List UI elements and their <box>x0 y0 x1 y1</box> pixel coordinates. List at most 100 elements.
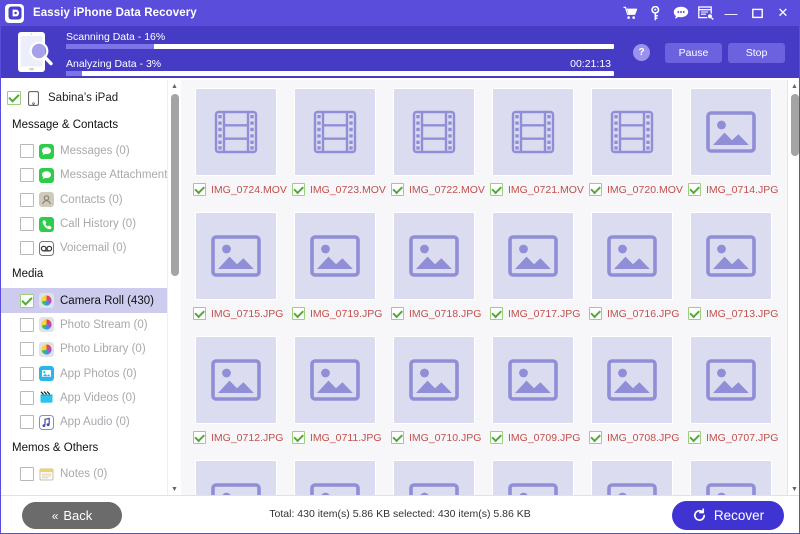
sidebar-item-checkbox[interactable] <box>20 342 34 356</box>
sidebar-scroll-down-icon[interactable]: ▼ <box>168 483 181 495</box>
file-checkbox[interactable] <box>688 307 701 320</box>
sidebar-device-row[interactable]: Sabina’s iPad <box>0 85 180 111</box>
image-thumbnail-icon[interactable] <box>591 460 673 495</box>
sidebar-item-checkbox[interactable] <box>20 144 34 158</box>
sidebar-item-photo-stream[interactable]: Photo Stream (0) <box>0 313 180 337</box>
image-thumbnail-icon[interactable] <box>690 212 772 300</box>
minimize-button[interactable]: — <box>718 1 744 25</box>
file-cell[interactable]: IMG_0712.JPG <box>187 334 284 458</box>
file-checkbox[interactable] <box>391 307 404 320</box>
image-thumbnail-icon[interactable] <box>195 460 277 495</box>
file-cell[interactable] <box>682 458 779 495</box>
file-cell[interactable]: IMG_0724.MOV <box>187 86 284 210</box>
file-cell[interactable] <box>385 458 482 495</box>
image-thumbnail-icon[interactable] <box>591 212 673 300</box>
grid-scroll-up-icon[interactable]: ▲ <box>788 80 800 92</box>
video-thumbnail-icon[interactable] <box>393 88 475 176</box>
sidebar-item-checkbox[interactable] <box>20 415 34 429</box>
image-thumbnail-icon[interactable] <box>195 212 277 300</box>
file-cell[interactable] <box>583 458 680 495</box>
pause-button[interactable]: Pause <box>665 43 722 63</box>
grid-scroll-thumb[interactable] <box>791 94 799 156</box>
video-thumbnail-icon[interactable] <box>195 88 277 176</box>
sidebar-item-checkbox[interactable] <box>20 467 34 481</box>
sidebar-scrollbar[interactable]: ▲ ▼ <box>167 80 181 495</box>
file-cell[interactable] <box>286 458 383 495</box>
chat-icon[interactable] <box>668 1 693 25</box>
file-grid-area[interactable]: IMG_0724.MOVIMG_0723.MOVIMG_0722.MOVIMG_… <box>181 80 787 495</box>
image-thumbnail-icon[interactable] <box>690 336 772 424</box>
image-thumbnail-icon[interactable] <box>294 212 376 300</box>
file-checkbox[interactable] <box>688 431 701 444</box>
file-cell[interactable]: IMG_0722.MOV <box>385 86 482 210</box>
image-thumbnail-icon[interactable] <box>195 336 277 424</box>
video-thumbnail-icon[interactable] <box>492 88 574 176</box>
maximize-button[interactable] <box>744 1 770 25</box>
sidebar-item-app-audio[interactable]: App Audio (0) <box>0 410 180 434</box>
sidebar-item-checkbox[interactable] <box>20 294 34 308</box>
image-thumbnail-icon[interactable] <box>393 336 475 424</box>
file-cell[interactable]: IMG_0723.MOV <box>286 86 383 210</box>
file-cell[interactable]: IMG_0716.JPG <box>583 210 680 334</box>
sidebar-item-checkbox[interactable] <box>20 318 34 332</box>
image-thumbnail-icon[interactable] <box>591 336 673 424</box>
file-cell[interactable] <box>484 458 581 495</box>
sidebar-item-checkbox[interactable] <box>20 241 34 255</box>
sidebar-item-voicemail[interactable]: Voicemail (0) <box>0 236 180 260</box>
grid-scrollbar[interactable]: ▲ ▼ <box>787 80 800 495</box>
file-cell[interactable]: IMG_0714.JPG <box>682 86 779 210</box>
key-icon[interactable] <box>643 1 668 25</box>
file-checkbox[interactable] <box>490 307 503 320</box>
file-checkbox[interactable] <box>391 183 404 196</box>
grid-scroll-down-icon[interactable]: ▼ <box>788 483 800 495</box>
sidebar-item-app-photos[interactable]: App Photos (0) <box>0 361 180 385</box>
file-cell[interactable]: IMG_0709.JPG <box>484 334 581 458</box>
video-thumbnail-icon[interactable] <box>591 88 673 176</box>
sidebar-scroll-thumb[interactable] <box>171 94 179 276</box>
stop-button[interactable]: Stop <box>728 43 785 63</box>
sidebar-item-checkbox[interactable] <box>20 193 34 207</box>
file-cell[interactable]: IMG_0718.JPG <box>385 210 482 334</box>
sidebar-item-contacts[interactable]: Contacts (0) <box>0 188 180 212</box>
file-checkbox[interactable] <box>688 183 701 196</box>
file-checkbox[interactable] <box>193 183 206 196</box>
sidebar-item-notes[interactable]: Notes (0) <box>0 462 180 486</box>
image-thumbnail-icon[interactable] <box>393 460 475 495</box>
category-sidebar[interactable]: Sabina’s iPadMessage & ContactsMessages … <box>0 80 181 495</box>
image-thumbnail-icon[interactable] <box>393 212 475 300</box>
sidebar-item-checkbox[interactable] <box>20 168 34 182</box>
sidebar-item-photo-library[interactable]: Photo Library (0) <box>0 337 180 361</box>
file-checkbox[interactable] <box>292 307 305 320</box>
file-cell[interactable]: IMG_0713.JPG <box>682 210 779 334</box>
file-checkbox[interactable] <box>193 307 206 320</box>
image-thumbnail-icon[interactable] <box>690 88 772 176</box>
file-cell[interactable]: IMG_0717.JPG <box>484 210 581 334</box>
sidebar-item-message-attachments[interactable]: Message Attachments (0) <box>0 163 180 187</box>
file-cell[interactable]: IMG_0707.JPG <box>682 334 779 458</box>
file-cell[interactable]: IMG_0715.JPG <box>187 210 284 334</box>
file-cell[interactable]: IMG_0719.JPG <box>286 210 383 334</box>
help-button[interactable]: ? <box>633 44 650 61</box>
file-checkbox[interactable] <box>589 431 602 444</box>
sidebar-item-camera-roll[interactable]: Camera Roll (430) <box>0 288 180 312</box>
file-checkbox[interactable] <box>490 431 503 444</box>
sidebar-item-checkbox[interactable] <box>20 391 34 405</box>
cart-icon[interactable] <box>618 1 643 25</box>
file-checkbox[interactable] <box>589 307 602 320</box>
file-checkbox[interactable] <box>391 431 404 444</box>
file-checkbox[interactable] <box>589 183 602 196</box>
sidebar-item-call-history[interactable]: Call History (0) <box>0 212 180 236</box>
file-cell[interactable]: IMG_0711.JPG <box>286 334 383 458</box>
file-cell[interactable]: IMG_0708.JPG <box>583 334 680 458</box>
image-thumbnail-icon[interactable] <box>294 460 376 495</box>
file-checkbox[interactable] <box>292 431 305 444</box>
file-cell[interactable]: IMG_0721.MOV <box>484 86 581 210</box>
sidebar-scroll-up-icon[interactable]: ▲ <box>168 80 181 92</box>
file-checkbox[interactable] <box>490 183 503 196</box>
file-checkbox[interactable] <box>193 431 206 444</box>
file-cell[interactable] <box>187 458 284 495</box>
sidebar-item-app-videos[interactable]: App Videos (0) <box>0 386 180 410</box>
file-cell[interactable]: IMG_0720.MOV <box>583 86 680 210</box>
sidebar-item-messages[interactable]: Messages (0) <box>0 139 180 163</box>
file-cell[interactable]: IMG_0710.JPG <box>385 334 482 458</box>
